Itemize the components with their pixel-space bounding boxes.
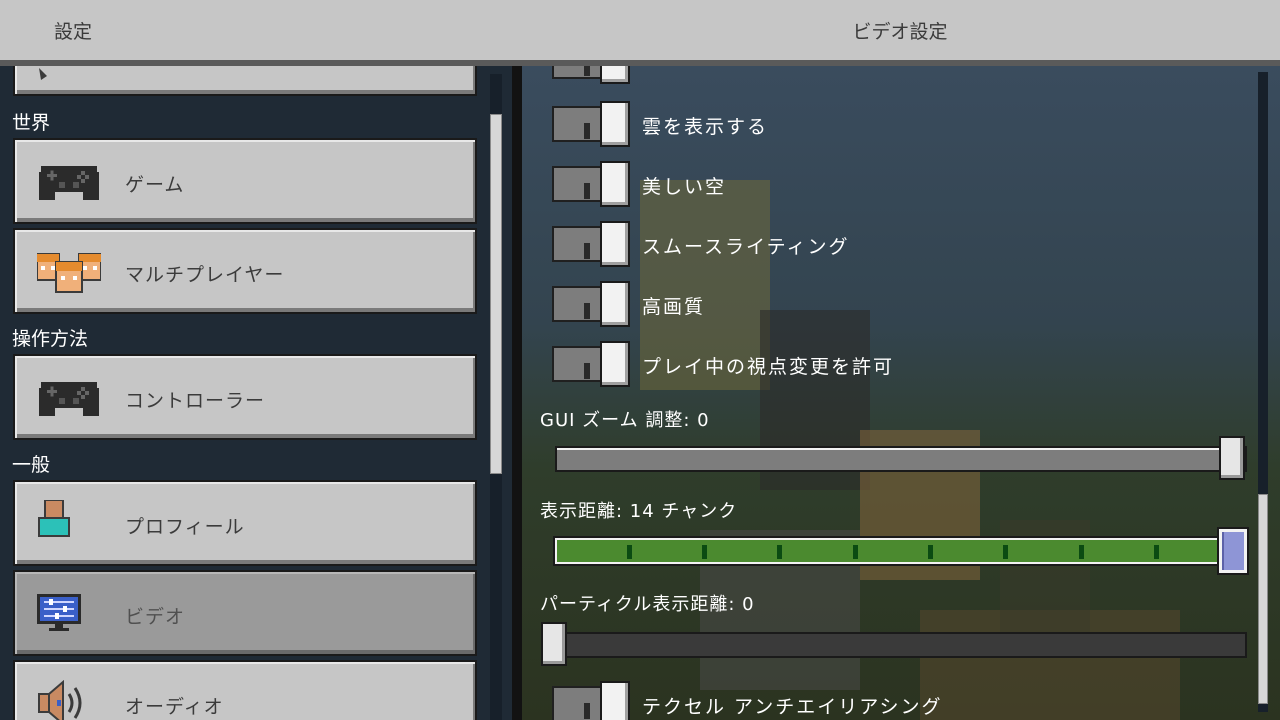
sidebar-item-label: ビデオ — [125, 606, 186, 628]
option-label: 美しい空 — [642, 176, 727, 198]
section-title-general: 一般 — [12, 454, 51, 476]
sidebar-item-video[interactable]: ビデオ — [13, 570, 477, 656]
controller-icon — [39, 166, 99, 200]
toggle-partial[interactable] — [552, 66, 630, 84]
sidebar-item-label: ゲーム — [125, 174, 185, 196]
toggle-smooth-lighting[interactable] — [552, 221, 630, 267]
players-icon — [37, 253, 101, 293]
toggle-texel-aa[interactable] — [552, 681, 630, 720]
sidebar-item-audio[interactable]: オーディオ — [13, 660, 477, 720]
profile-icon — [38, 500, 70, 537]
gui-zoom-slider[interactable] — [555, 446, 1247, 472]
toggle-camera-perspective[interactable] — [552, 341, 630, 387]
sidebar-item-label: マルチプレイヤー — [125, 264, 285, 286]
option-label: 雲を表示する — [642, 116, 769, 138]
controller-icon — [39, 382, 99, 416]
section-title-controls: 操作方法 — [12, 328, 89, 350]
sidebar-item-controller[interactable]: コントローラー — [13, 354, 477, 440]
render-distance-label: 表示距離: 14 チャンク — [540, 501, 738, 522]
sidebar-item-multiplayer[interactable]: マルチプレイヤー — [13, 228, 477, 314]
speaker-icon — [38, 680, 82, 720]
sidebar-item-game[interactable]: ゲーム — [13, 138, 477, 224]
particle-distance-label: パーティクル表示距離: 0 — [540, 594, 755, 615]
top-bar: 設定 ビデオ設定 — [0, 0, 1280, 66]
sidebar-item-partial[interactable] — [13, 66, 477, 96]
pencil-icon — [39, 68, 47, 80]
particle-distance-slider[interactable] — [555, 632, 1247, 658]
page-title: ビデオ設定 — [852, 21, 948, 43]
toggle-show-clouds[interactable] — [552, 101, 630, 147]
toggle-fancy-sky[interactable] — [552, 161, 630, 207]
gui-zoom-knob[interactable] — [1219, 436, 1245, 480]
sidebar-item-profile[interactable]: プロフィール — [13, 480, 477, 566]
particle-distance-knob[interactable] — [541, 622, 567, 666]
sidebar-item-label: コントローラー — [125, 390, 266, 412]
option-label: テクセル アンチエイリアシング — [642, 696, 943, 718]
option-label: 高画質 — [642, 296, 706, 318]
section-title-world: 世界 — [12, 112, 51, 134]
settings-title: 設定 — [54, 21, 93, 43]
settings-scrollbar-thumb[interactable] — [1258, 494, 1268, 704]
settings-sidebar: 世界 ゲーム マルチプレイヤー 操作方法 コントローラー 一般 プロフィール ビ… — [0, 66, 512, 720]
option-label: スムースライティング — [642, 236, 850, 258]
option-label: プレイ中の視点変更を許可 — [642, 356, 895, 378]
sidebar-scrollbar-thumb[interactable] — [490, 114, 502, 474]
monitor-icon — [37, 594, 81, 631]
video-settings-panel: 雲を表示する 美しい空 スムースライティング 高画質 プレイ中の視点変更を許可 … — [522, 66, 1280, 720]
sidebar-item-label: オーディオ — [125, 696, 224, 718]
gui-zoom-label: GUI ズーム 調整: 0 — [540, 410, 710, 431]
toggle-fancy-graphics[interactable] — [552, 281, 630, 327]
panel-divider — [512, 66, 522, 720]
render-distance-knob[interactable] — [1219, 529, 1247, 573]
sidebar-item-label: プロフィール — [125, 516, 245, 538]
render-distance-slider[interactable] — [555, 538, 1247, 564]
